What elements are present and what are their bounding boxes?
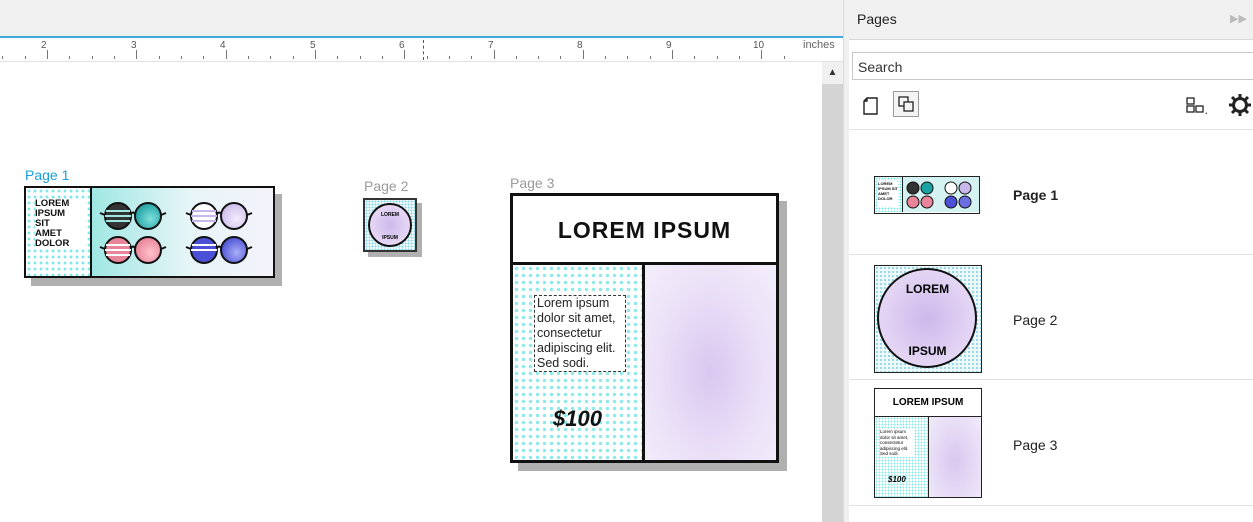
page-2-thumbnail: LOREM IPSUM (874, 265, 982, 373)
ruler-tick (270, 56, 271, 59)
page-1-text-panel: LOREM IPSUM SIT AMET DOLOR (26, 188, 92, 276)
ruler-tick (761, 50, 762, 59)
pink-glasses-icon (99, 236, 167, 264)
page-3-thumbnail: LOREM IPSUM Lorem ipsum dolor sit amet, … (874, 388, 982, 498)
sunglasses-illustration (99, 202, 253, 264)
ruler-number: 2 (41, 40, 47, 51)
ruler-tick (293, 56, 294, 59)
ruler-tick (159, 56, 160, 59)
horizontal-ruler[interactable]: 2 3 4 5 6 7 8 9 10 inches (0, 36, 843, 62)
page-3-label[interactable]: Page 3 (510, 175, 554, 191)
gear-icon[interactable] (1227, 92, 1253, 118)
pages-panel-header: Pages ▶▶ (849, 0, 1253, 40)
ruler-tick (739, 56, 740, 59)
ruler-tick (605, 56, 606, 59)
ruler-number: 6 (399, 40, 405, 51)
ruler-tick (449, 56, 450, 59)
page-3-text-panel: Lorem ipsum dolor sit amet, consectetur … (513, 265, 645, 460)
ruler-number: 7 (488, 40, 494, 51)
thumb-text: LOREM (905, 282, 950, 296)
ruler-tick (382, 56, 383, 59)
thumb-text: $100 (888, 475, 906, 484)
ruler-tick (337, 56, 338, 59)
ruler-tick (203, 56, 204, 59)
ruler-tick (471, 56, 472, 59)
page-list-label: Page 3 (1013, 437, 1058, 453)
page-list-label: Page 1 (1013, 187, 1059, 203)
ruler-tick (136, 50, 137, 59)
canvas-top-strip (0, 0, 843, 36)
ruler-number: 8 (577, 40, 583, 51)
page-3-canvas[interactable]: LOREM IPSUM Lorem ipsum dolor sit amet, … (510, 193, 779, 463)
ruler-number: 10 (753, 40, 765, 51)
page-1-glasses-panel (92, 188, 273, 276)
row-separator (849, 505, 1253, 506)
ruler-tick (404, 50, 405, 59)
blue-glasses-icon (185, 236, 253, 264)
ruler-tick (248, 56, 249, 59)
ruler-tick (717, 56, 718, 59)
ruler-tick (694, 56, 695, 59)
ruler-tick (181, 56, 182, 59)
page-1-label[interactable]: Page 1 (25, 167, 69, 183)
ruler-tick (583, 50, 584, 59)
ruler-tick (560, 56, 561, 59)
ruler-tick (650, 56, 651, 59)
ruler-tick (427, 56, 428, 59)
ruler-unit-label: inches (803, 39, 835, 51)
thumb-text: IPSUM (908, 344, 947, 358)
ruler-tick (784, 56, 785, 59)
page-3-price: $100 (553, 406, 602, 431)
pages-search-input[interactable]: Search (852, 52, 1253, 80)
page-1-text-block: LOREM IPSUM SIT AMET DOLOR (35, 199, 85, 249)
page-2-canvas[interactable]: LOREM IPSUM (363, 198, 417, 252)
page-list-item-3[interactable]: LOREM IPSUM Lorem ipsum dolor sit amet, … (849, 380, 1253, 504)
add-page-icon[interactable] (859, 92, 885, 118)
ruler-cursor-marker (423, 40, 424, 60)
ruler-tick (627, 56, 628, 59)
ruler-tick (516, 56, 517, 59)
page-3-gradient-panel (645, 265, 776, 460)
ruler-tick (494, 50, 495, 59)
ruler-number: 9 (666, 40, 672, 51)
thumb-text: LOREM IPSUM (875, 389, 981, 417)
striped-teal-glasses-icon (99, 202, 167, 230)
thumb-text: LOREM IPSUM SIT AMET DOLOR (878, 181, 898, 207)
page-list-item-1[interactable]: LOREM IPSUM SIT AMET DOLOR Page 1 (849, 130, 1253, 254)
page-1-thumbnail: LOREM IPSUM SIT AMET DOLOR (874, 176, 980, 214)
ruler-number: 3 (131, 40, 137, 51)
ruler-tick (315, 50, 316, 59)
ruler-tick (25, 56, 26, 59)
collapse-panel-icon[interactable]: ▶▶ (1230, 12, 1247, 25)
page-3-body-text[interactable]: Lorem ipsum dolor sit amet, consectetur … (534, 295, 626, 372)
pages-panel: Pages ▶▶ Search LOREM IPSUM SIT AMET DOL… (849, 0, 1253, 522)
ruler-tick (47, 50, 48, 59)
ruler-tick (538, 56, 539, 59)
page-list-item-2[interactable]: LOREM IPSUM Page 2 (849, 255, 1253, 379)
page-list-label: Page 2 (1013, 312, 1058, 328)
text-line: DOLOR (35, 238, 70, 249)
lavender-glasses-icon (185, 202, 253, 230)
ruler-tick (114, 56, 115, 59)
canvas-vertical-scrollbar[interactable] (822, 62, 843, 522)
page-2-bottom-text: IPSUM (382, 235, 398, 241)
ruler-tick (360, 56, 361, 59)
ruler-tick (69, 56, 70, 59)
ruler-tick (226, 50, 227, 59)
thumb-text: Lorem ipsum dolor sit amet, consectetur … (880, 429, 914, 457)
pages-panel-title: Pages (857, 11, 897, 27)
ruler-number: 5 (310, 40, 316, 51)
scroll-up-arrow-icon[interactable]: ▲ (822, 62, 843, 84)
view-options-icon[interactable] (1183, 92, 1209, 118)
page-1-canvas[interactable]: LOREM IPSUM SIT AMET DOLOR (24, 186, 275, 278)
ruler-number: 4 (220, 40, 226, 51)
ruler-tick (92, 56, 93, 59)
page-3-header: LOREM IPSUM (513, 196, 776, 265)
ruler-tick (672, 50, 673, 59)
page-2-label[interactable]: Page 2 (364, 178, 408, 194)
ruler-tick (2, 56, 3, 59)
duplicate-page-icon[interactable] (893, 91, 919, 117)
page-2-top-text: LOREM (380, 212, 400, 218)
pages-toolbar (849, 88, 1253, 122)
